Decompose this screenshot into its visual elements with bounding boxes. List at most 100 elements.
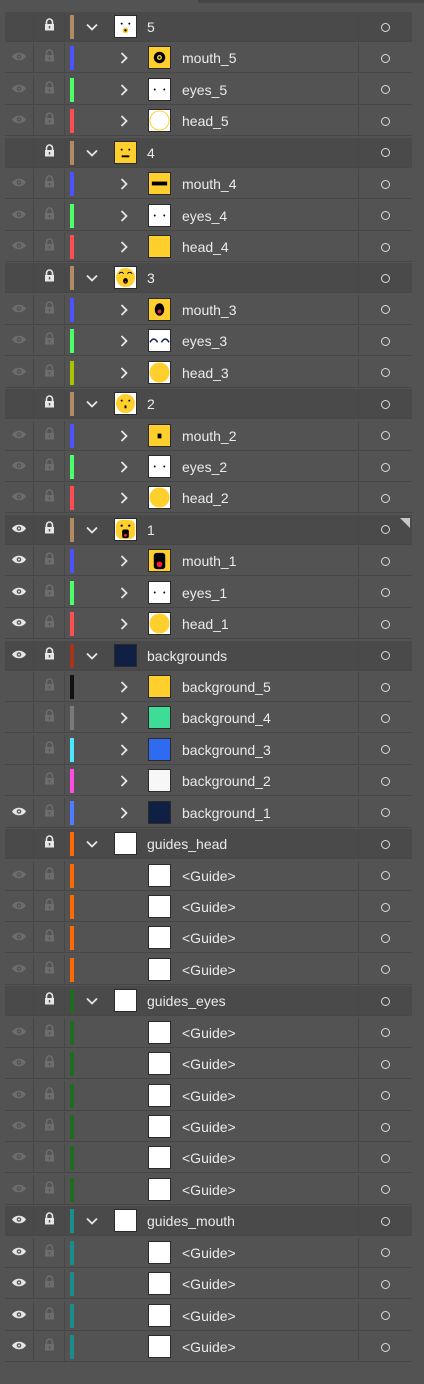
lock-toggle[interactable]: [35, 1206, 65, 1237]
visibility-toggle[interactable]: [5, 546, 34, 577]
visibility-toggle[interactable]: [5, 1143, 34, 1174]
expand-chevron-down-icon[interactable]: [84, 389, 100, 419]
target-column[interactable]: [358, 703, 412, 734]
layer-name[interactable]: <Guide>: [182, 1112, 236, 1142]
layer-group-row[interactable]: 2: [5, 389, 412, 420]
layer-name[interactable]: background_5: [182, 672, 271, 702]
target-circle-icon[interactable]: [381, 1153, 390, 1163]
expand-chevron-down-icon[interactable]: [84, 138, 100, 168]
target-column[interactable]: [358, 1300, 412, 1331]
target-circle-icon[interactable]: [381, 1091, 390, 1101]
guide-row[interactable]: <Guide>: [5, 892, 412, 923]
target-column[interactable]: [358, 1143, 412, 1174]
sublayer-row[interactable]: head_4: [5, 232, 412, 262]
expand-chevron-right-icon[interactable]: [116, 703, 132, 733]
guide-row[interactable]: <Guide>: [5, 1174, 412, 1205]
lock-toggle[interactable]: [35, 577, 65, 608]
target-column[interactable]: [358, 43, 412, 74]
sublayer-row[interactable]: eyes_4: [5, 200, 412, 231]
lock-toggle[interactable]: [35, 1080, 65, 1111]
lock-toggle[interactable]: [35, 169, 65, 200]
layer-name[interactable]: mouth_1: [182, 546, 236, 576]
guide-row[interactable]: <Guide>: [5, 1049, 412, 1080]
sublayer-row[interactable]: background_5: [5, 672, 412, 703]
sublayer-row[interactable]: mouth_3: [5, 294, 412, 325]
target-circle-icon[interactable]: [381, 776, 390, 786]
layer-name[interactable]: head_4: [182, 232, 229, 262]
target-circle-icon[interactable]: [381, 368, 390, 378]
visibility-toggle[interactable]: [5, 1269, 34, 1300]
target-circle-icon[interactable]: [381, 1216, 390, 1226]
guide-row[interactable]: <Guide>: [5, 860, 412, 891]
target-column[interactable]: [358, 232, 412, 262]
target-circle-icon[interactable]: [381, 588, 390, 598]
layer-name[interactable]: background_3: [182, 735, 271, 765]
lock-toggle[interactable]: [35, 923, 65, 954]
expand-chevron-right-icon[interactable]: [116, 672, 132, 702]
expand-chevron-right-icon[interactable]: [116, 358, 132, 388]
visibility-toggle[interactable]: [5, 1112, 34, 1143]
layer-name[interactable]: eyes_4: [182, 201, 227, 231]
guide-row[interactable]: <Guide>: [5, 1269, 412, 1300]
layer-name[interactable]: eyes_1: [182, 578, 227, 608]
target-circle-icon[interactable]: [381, 1342, 390, 1352]
target-circle-icon[interactable]: [381, 808, 390, 818]
visibility-toggle[interactable]: [5, 1017, 34, 1048]
expand-chevron-right-icon[interactable]: [116, 326, 132, 356]
target-column[interactable]: [358, 797, 412, 828]
target-column[interactable]: [358, 294, 412, 325]
target-column[interactable]: [358, 672, 412, 703]
lock-toggle[interactable]: [35, 106, 65, 137]
layer-name[interactable]: background_2: [182, 766, 271, 796]
lock-toggle[interactable]: [35, 12, 65, 42]
sublayer-row[interactable]: head_1: [5, 609, 412, 640]
layer-name[interactable]: <Guide>: [182, 1018, 236, 1048]
sublayer-row[interactable]: head_3: [5, 357, 412, 388]
visibility-toggle[interactable]: [5, 452, 34, 483]
layer-group-row[interactable]: backgrounds: [5, 640, 412, 671]
target-circle-icon[interactable]: [381, 745, 390, 755]
target-column[interactable]: [358, 766, 412, 797]
layer-name[interactable]: <Guide>: [182, 955, 236, 985]
expand-chevron-right-icon[interactable]: [116, 578, 132, 608]
guide-row[interactable]: <Guide>: [5, 1143, 412, 1174]
sublayer-row[interactable]: background_3: [5, 734, 412, 765]
guide-row[interactable]: <Guide>: [5, 954, 412, 985]
expand-chevron-down-icon[interactable]: [84, 986, 100, 1016]
sublayer-row[interactable]: background_1: [5, 797, 412, 828]
expand-chevron-down-icon[interactable]: [84, 1206, 100, 1236]
expand-chevron-right-icon[interactable]: [116, 735, 132, 765]
lock-toggle[interactable]: [35, 734, 65, 765]
target-column[interactable]: [358, 1174, 412, 1205]
guide-row[interactable]: <Guide>: [5, 1017, 412, 1048]
visibility-toggle[interactable]: [5, 200, 34, 231]
visibility-toggle[interactable]: [5, 420, 34, 451]
expand-chevron-right-icon[interactable]: [116, 546, 132, 576]
layer-group-row[interactable]: guides_mouth: [5, 1206, 412, 1237]
lock-toggle[interactable]: [35, 1269, 65, 1300]
layer-name[interactable]: eyes_2: [182, 452, 227, 482]
layer-group-row[interactable]: guides_head: [5, 829, 412, 860]
layer-name[interactable]: <Guide>: [182, 1238, 236, 1268]
lock-toggle[interactable]: [35, 766, 65, 797]
expand-chevron-right-icon[interactable]: [116, 798, 132, 828]
target-circle-icon[interactable]: [381, 556, 390, 566]
target-column[interactable]: [358, 1237, 412, 1268]
lock-toggle[interactable]: [35, 294, 65, 325]
layer-name[interactable]: <Guide>: [182, 892, 236, 922]
lock-toggle[interactable]: [35, 829, 65, 860]
target-circle-icon[interactable]: [381, 965, 390, 975]
expand-chevron-right-icon[interactable]: [116, 43, 132, 73]
visibility-toggle[interactable]: [5, 609, 34, 640]
layer-name[interactable]: eyes_3: [182, 326, 227, 356]
visibility-toggle[interactable]: [5, 923, 34, 954]
target-circle-icon[interactable]: [381, 902, 390, 912]
lock-toggle[interactable]: [35, 43, 65, 74]
visibility-toggle[interactable]: [5, 389, 34, 420]
layer-name[interactable]: head_5: [182, 106, 229, 136]
lock-toggle[interactable]: [35, 357, 65, 388]
visibility-toggle[interactable]: [5, 106, 34, 137]
expand-chevron-right-icon[interactable]: [116, 295, 132, 325]
target-column[interactable]: [358, 357, 412, 388]
layer-name[interactable]: <Guide>: [182, 1081, 236, 1111]
